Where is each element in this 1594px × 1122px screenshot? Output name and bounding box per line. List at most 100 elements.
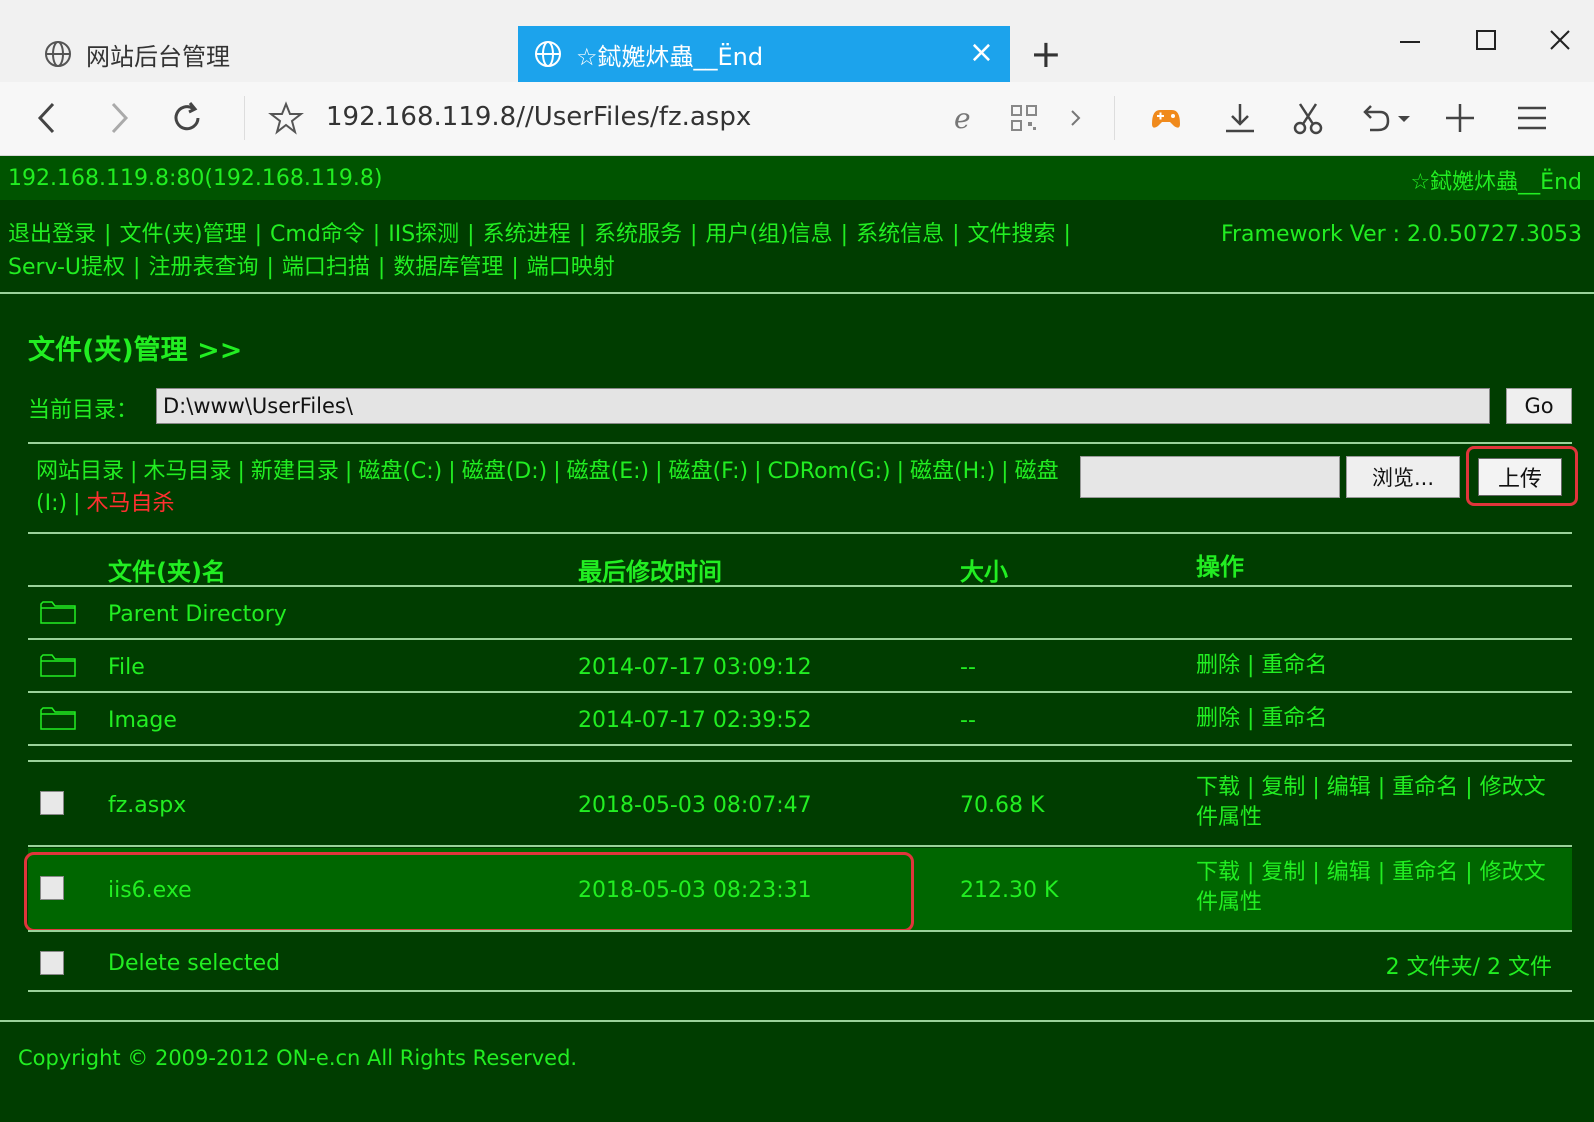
globe-icon xyxy=(535,41,561,67)
row-actions[interactable]: 下载 | 复制 | 编辑 | 重命名 | 修改文件属性 xyxy=(1196,858,1556,918)
download-icon[interactable] xyxy=(1220,98,1260,138)
menu-logout[interactable]: 退出登录 xyxy=(8,222,96,247)
webshell-page: 192.168.119.8:80(192.168.119.8) ☆鋱嬔炑蟲__Ë… xyxy=(0,156,1594,1122)
menu-sysinfo[interactable]: 系统信息 xyxy=(856,222,944,247)
modified-time: 2014-07-17 02:39:52 xyxy=(578,708,812,733)
divider xyxy=(28,760,1572,762)
col-actions: 操作 xyxy=(1196,553,1244,581)
main-menu: 退出登录 | 文件(夹)管理 | Cmd命令 | IIS探测 | 系统进程 | 系统服务 | 用户(组)… xyxy=(8,222,1071,280)
chevron-right-icon[interactable] xyxy=(1056,98,1096,138)
divider xyxy=(0,1020,1594,1022)
row-actions[interactable]: 删除 | 重命名 xyxy=(1196,651,1556,681)
undo-icon[interactable] xyxy=(1356,98,1396,138)
row-checkbox[interactable] xyxy=(40,791,64,815)
item-summary: 2 文件夹/ 2 文件 xyxy=(1385,955,1552,980)
link-disk-f[interactable]: 磁盘(F:) xyxy=(669,459,749,484)
current-dir-label: 当前目录： xyxy=(28,398,139,423)
table-row: Image 2014-07-17 02:39:52 -- 删除 | 重命名 xyxy=(28,694,1572,744)
menu-cmd[interactable]: Cmd命令 xyxy=(270,222,365,247)
plus-icon[interactable] xyxy=(1440,98,1480,138)
link-site-dir[interactable]: 网站目录 xyxy=(36,459,124,484)
file-name-link[interactable]: fz.aspx xyxy=(108,793,186,818)
upload-file-field[interactable] xyxy=(1080,456,1340,498)
menu-users[interactable]: 用户(组)信息 xyxy=(705,222,832,247)
ie-icon[interactable]: e xyxy=(946,98,986,138)
menu-iis-probe[interactable]: IIS探测 xyxy=(388,222,459,247)
link-cdrom-g[interactable]: CDRom(G:) xyxy=(768,459,891,484)
refresh-icon[interactable] xyxy=(168,98,208,138)
divider xyxy=(28,532,1572,534)
divider xyxy=(244,96,245,140)
file-size: -- xyxy=(960,708,976,733)
table-row: File 2014-07-17 03:09:12 -- 删除 | 重命名 xyxy=(28,641,1572,691)
link-disk-e[interactable]: 磁盘(E:) xyxy=(567,459,649,484)
link-shell-dir[interactable]: 木马目录 xyxy=(143,459,231,484)
row-actions[interactable]: 下载 | 复制 | 编辑 | 重命名 | 修改文件属性 xyxy=(1196,773,1556,833)
close-tab-icon[interactable]: × xyxy=(969,36,994,70)
browse-button[interactable]: 浏览... xyxy=(1346,456,1460,498)
file-size: -- xyxy=(960,655,976,680)
link-disk-d[interactable]: 磁盘(D:) xyxy=(462,459,548,484)
framework-version: Framework Ver : 2.0.50727.3053 xyxy=(1220,222,1582,247)
svg-text:e: e xyxy=(954,102,971,135)
star-icon[interactable] xyxy=(266,98,306,138)
folder-name-link[interactable]: Image xyxy=(108,708,177,733)
menu-port-scan[interactable]: 端口扫描 xyxy=(282,255,370,280)
table-footer: Delete selected 2 文件夹/ 2 文件 xyxy=(28,933,1572,989)
folder-icon xyxy=(40,601,76,624)
link-disk-c[interactable]: 磁盘(C:) xyxy=(358,459,442,484)
highlight-upload-box xyxy=(1466,446,1578,506)
go-button[interactable]: Go xyxy=(1506,388,1572,424)
folder-name-link[interactable]: File xyxy=(108,655,145,680)
gamepad-icon[interactable] xyxy=(1146,98,1186,138)
menu-services[interactable]: 系统服务 xyxy=(594,222,682,247)
table-row: Parent Directory xyxy=(28,588,1572,638)
link-disk-h[interactable]: 磁盘(H:) xyxy=(910,459,995,484)
delete-selected-link[interactable]: Delete selected xyxy=(108,951,280,976)
menu-file-search[interactable]: 文件搜索 xyxy=(968,222,1056,247)
highlight-file-box xyxy=(24,852,914,932)
table-row: fz.aspx 2018-05-03 08:07:47 70.68 K 下载 |… xyxy=(28,763,1572,845)
tab-bar: 网站后台管理 ☆鋱嬔炑蟲__Ënd × + xyxy=(0,0,1594,82)
address-bar: 192.168.119.8//UserFiles/fz.aspx e xyxy=(0,82,1594,156)
qr-icon[interactable] xyxy=(1004,98,1044,138)
caret-down-icon[interactable] xyxy=(1392,98,1416,138)
scissors-icon[interactable] xyxy=(1288,98,1328,138)
tab-site-admin[interactable]: 网站后台管理 xyxy=(30,26,500,82)
select-all-checkbox[interactable] xyxy=(40,951,64,975)
menu-processes[interactable]: 系统进程 xyxy=(483,222,571,247)
menu-servu[interactable]: Serv-U提权 xyxy=(8,255,125,280)
quick-links: 网站目录 | 木马目录 | 新建目录 | 磁盘(C:) | 磁盘(D:) | 磁盘(E:) | 磁盘(F… xyxy=(36,459,1059,516)
menu-registry[interactable]: 注册表查询 xyxy=(148,255,258,280)
divider xyxy=(28,930,1572,932)
new-tab-plus-icon[interactable]: + xyxy=(1030,34,1062,74)
tab-shell[interactable]: ☆鋱嬔炑蟲__Ënd × xyxy=(518,26,1010,82)
modified-time: 2014-07-17 03:09:12 xyxy=(578,655,812,680)
col-name: 文件(夹)名 xyxy=(108,558,226,586)
link-new-dir[interactable]: 新建目录 xyxy=(251,459,339,484)
row-actions[interactable]: 删除 | 重命名 xyxy=(1196,704,1556,734)
menu-port-map[interactable]: 端口映射 xyxy=(527,255,615,280)
minimize-icon[interactable] xyxy=(1390,20,1430,60)
menu-icon[interactable] xyxy=(1512,98,1552,138)
divider xyxy=(0,292,1594,294)
divider xyxy=(28,744,1572,746)
modified-time: 2018-05-03 08:07:47 xyxy=(578,793,812,818)
info-bar: 192.168.119.8:80(192.168.119.8) ☆鋱嬔炑蟲__Ë… xyxy=(0,156,1594,200)
maximize-icon[interactable] xyxy=(1466,20,1506,60)
col-modified: 最后修改时间 xyxy=(578,558,722,586)
back-icon[interactable] xyxy=(28,98,68,138)
copyright-text: Copyright © 2009-2012 ON-e.cn All Rights… xyxy=(18,1046,578,1070)
url-input[interactable]: 192.168.119.8//UserFiles/fz.aspx xyxy=(326,102,751,132)
menu-file-manager[interactable]: 文件(夹)管理 xyxy=(119,222,246,247)
globe-icon xyxy=(45,41,71,67)
link-self-destruct[interactable]: 木马自杀 xyxy=(87,491,175,516)
window-close-icon[interactable] xyxy=(1540,20,1580,60)
folder-icon xyxy=(40,707,76,730)
divider xyxy=(28,585,1572,587)
col-size: 大小 xyxy=(960,558,1008,586)
menu-database[interactable]: 数据库管理 xyxy=(393,255,503,280)
parent-directory-link[interactable]: Parent Directory xyxy=(108,602,287,627)
forward-icon[interactable] xyxy=(98,98,138,138)
current-dir-input[interactable] xyxy=(156,388,1490,424)
